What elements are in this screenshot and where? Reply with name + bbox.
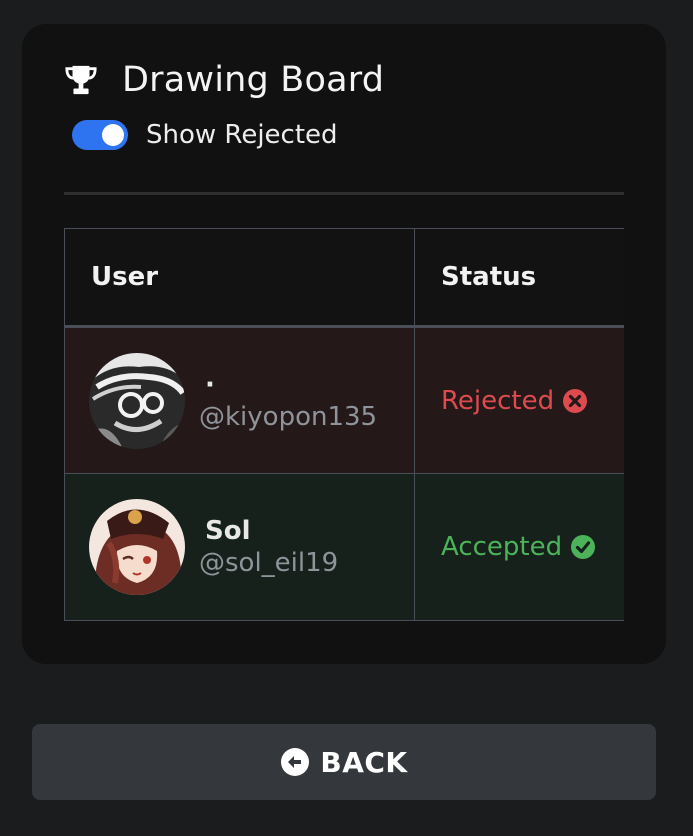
- user-handle[interactable]: @sol_eil19: [199, 548, 338, 578]
- show-rejected-row: Show Rejected: [72, 120, 338, 150]
- status-rejected: Rejected: [415, 386, 624, 416]
- show-rejected-toggle[interactable]: [72, 120, 128, 150]
- avatar[interactable]: [89, 499, 185, 595]
- trophy-icon: [64, 63, 98, 97]
- table-row: Sol @sol_eil19 Accepted: [64, 473, 624, 621]
- user-handle[interactable]: @kiyopon135: [199, 402, 377, 432]
- card-header: Drawing Board: [64, 60, 384, 100]
- divider: [64, 192, 624, 195]
- status-text: Accepted: [441, 532, 563, 562]
- column-header-user: User: [64, 228, 415, 327]
- table-row: · @kiyopon135 Rejected: [64, 326, 624, 474]
- back-button-label: BACK: [320, 745, 408, 779]
- user-cell: Sol @sol_eil19: [64, 473, 415, 621]
- status-text: Rejected: [441, 385, 555, 416]
- check-circle-icon: [571, 535, 596, 559]
- avatar[interactable]: [89, 352, 185, 449]
- status-cell: Rejected: [414, 326, 624, 474]
- toggle-knob: [102, 124, 124, 146]
- column-header-status: Status: [414, 228, 624, 327]
- user-cell: · @kiyopon135: [64, 326, 415, 474]
- table-header-row: User Status: [64, 228, 624, 327]
- back-button[interactable]: BACK: [32, 724, 656, 800]
- user-info: Sol @sol_eil19: [199, 516, 338, 578]
- user-info: · @kiyopon135: [199, 370, 377, 432]
- arrow-left-circle-icon: [281, 748, 310, 776]
- user-display-name: Sol: [205, 516, 251, 546]
- status-accepted: Accepted: [415, 532, 624, 562]
- drawing-board-card: Drawing Board Show Rejected User Status: [22, 24, 666, 664]
- show-rejected-label: Show Rejected: [146, 120, 338, 150]
- page-title: Drawing Board: [122, 60, 385, 100]
- user-display-name: ·: [205, 369, 215, 400]
- status-cell: Accepted: [414, 473, 624, 621]
- x-circle-icon: [563, 388, 588, 413]
- submissions-table: User Status · @kiyopon135 Rejected Sol @…: [64, 228, 624, 622]
